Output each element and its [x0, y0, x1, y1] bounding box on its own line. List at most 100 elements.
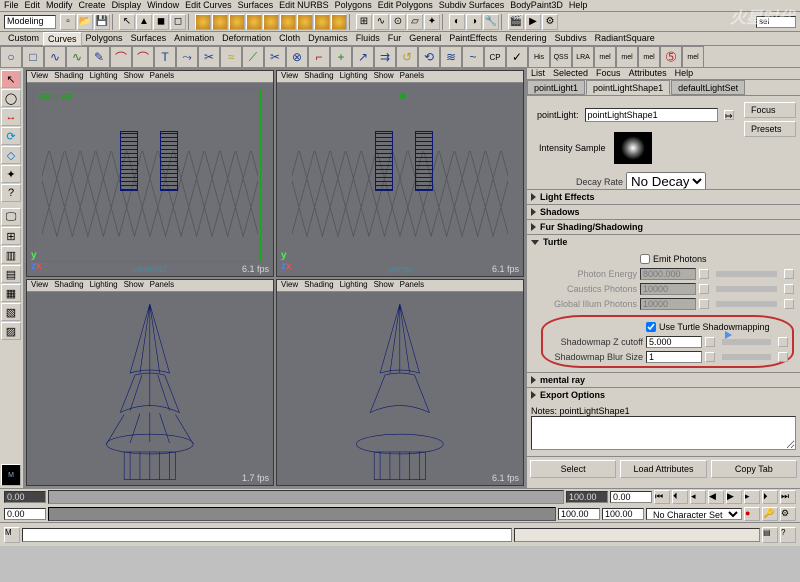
open-scene-icon[interactable]: 📂: [77, 14, 93, 30]
tab-defaultlightset[interactable]: defaultLightSet: [671, 80, 745, 95]
shelf-his-icon[interactable]: His: [528, 46, 550, 68]
map-button-icon[interactable]: [699, 269, 709, 279]
play-fwd-icon[interactable]: ▶: [726, 490, 742, 504]
next-key-icon[interactable]: ▸: [744, 490, 760, 504]
shelf-tab-fur[interactable]: Fur: [384, 32, 406, 46]
step-fwd-icon[interactable]: ⏵: [762, 490, 778, 504]
shelf-rev-icon[interactable]: ↺: [396, 46, 418, 68]
vp-canvas[interactable]: 6.1 fps: [277, 292, 523, 485]
shelf-ep-icon[interactable]: ∿: [66, 46, 88, 68]
shelf-lra-icon[interactable]: LRA: [572, 46, 594, 68]
menu-modify[interactable]: Modify: [46, 0, 73, 11]
mask-5-icon[interactable]: [263, 14, 279, 30]
geometry-wire[interactable]: [326, 304, 474, 482]
shelf-off-icon[interactable]: ⇉: [374, 46, 396, 68]
shelf-text-icon[interactable]: T: [154, 46, 176, 68]
prev-key-icon[interactable]: ◂: [690, 490, 706, 504]
shelf-fit-icon[interactable]: ≋: [440, 46, 462, 68]
snap-plane-icon[interactable]: ▱: [407, 14, 423, 30]
shelf-spiral-icon[interactable]: ➄: [660, 46, 682, 68]
load-attributes-button[interactable]: Load Attributes: [620, 460, 706, 478]
section-fur-shading[interactable]: Fur Shading/Shadowing: [527, 220, 800, 234]
geometry-wire[interactable]: [375, 131, 393, 191]
history-out-icon[interactable]: ◑: [466, 14, 482, 30]
render-icon[interactable]: 🎬: [508, 14, 524, 30]
mask-7-icon[interactable]: [297, 14, 313, 30]
attr-tabs[interactable]: pointLight1 pointLightShape1 defaultLigh…: [527, 80, 800, 96]
shelf-tab-paintfx[interactable]: PaintEffects: [445, 32, 501, 46]
shelf-tab-custom[interactable]: Custom: [4, 32, 43, 46]
shelf-mel3-icon[interactable]: mel: [638, 46, 660, 68]
copy-tab-button[interactable]: Copy Tab: [711, 460, 797, 478]
shelf-ext-icon[interactable]: ↗: [352, 46, 374, 68]
last-tool-icon[interactable]: ?: [1, 184, 21, 202]
map-button-icon[interactable]: [705, 352, 715, 362]
lasso-tool-icon[interactable]: ◯: [1, 89, 21, 107]
select-tool-icon[interactable]: ↖: [1, 70, 21, 88]
shelf-tab-fluids[interactable]: Fluids: [352, 32, 384, 46]
quick-select-field[interactable]: [756, 16, 796, 28]
shelf-tab-rendering[interactable]: Rendering: [501, 32, 551, 46]
menu-create[interactable]: Create: [79, 0, 106, 11]
geometry-wire[interactable]: [76, 304, 224, 482]
section-mental-ray[interactable]: mental ray: [527, 373, 800, 387]
shelf-mel2-icon[interactable]: mel: [616, 46, 638, 68]
map-button-icon[interactable]: [699, 284, 709, 294]
vp-menu[interactable]: View Shading Lighting Show Panels: [27, 71, 273, 83]
shelf-cp-icon[interactable]: CP: [484, 46, 506, 68]
menu-display[interactable]: Display: [112, 0, 142, 11]
shelf-circle-icon[interactable]: ○: [0, 46, 22, 68]
shelf-cv-icon[interactable]: ∿: [44, 46, 66, 68]
viewport-persp[interactable]: ViewShadingLightingShowPanels yzx persp …: [276, 70, 524, 277]
manip-tool-icon[interactable]: ✦: [1, 165, 21, 183]
persp-graph-layout-icon[interactable]: ▤: [1, 265, 21, 283]
connect-icon[interactable]: [784, 299, 794, 309]
shelf-reb-icon[interactable]: ⟲: [418, 46, 440, 68]
save-scene-icon[interactable]: 💾: [94, 14, 110, 30]
shelf-pencil-icon[interactable]: ✎: [88, 46, 110, 68]
connect-icon[interactable]: [778, 352, 788, 362]
notes-field[interactable]: [531, 416, 796, 450]
menu-window[interactable]: Window: [147, 0, 179, 11]
rotate-tool-icon[interactable]: ⟳: [1, 127, 21, 145]
menu-bodypaint[interactable]: BodyPaint3D: [510, 0, 563, 11]
vp-canvas[interactable]: yzx persp 6.1 fps: [277, 83, 523, 276]
script-editor-icon[interactable]: ▤: [762, 527, 778, 543]
menu-help[interactable]: Help: [569, 0, 588, 11]
range-end2-field[interactable]: [602, 508, 644, 520]
command-input[interactable]: [22, 528, 512, 542]
section-export-options[interactable]: Export Options: [527, 388, 800, 402]
step-back-icon[interactable]: ⏴: [672, 490, 688, 504]
attr-menu[interactable]: List Selected Focus Attributes Help: [527, 68, 800, 80]
map-button-icon[interactable]: [705, 337, 715, 347]
shelf-open-icon[interactable]: ⟋: [242, 46, 264, 68]
script-layout-icon[interactable]: ▨: [1, 322, 21, 340]
menu-editnurbs[interactable]: Edit NURBS: [279, 0, 329, 11]
geometry-wire[interactable]: [415, 131, 433, 191]
current-frame-field[interactable]: [610, 491, 652, 503]
shelf-tab-dynamics[interactable]: Dynamics: [304, 32, 352, 46]
shelf-tab-cloth[interactable]: Cloth: [275, 32, 304, 46]
shelf-align-icon[interactable]: ≈: [220, 46, 242, 68]
shelf-mel1-icon[interactable]: mel: [594, 46, 616, 68]
shelf-int-icon[interactable]: ⊗: [286, 46, 308, 68]
mask-4-icon[interactable]: [246, 14, 262, 30]
section-shadows[interactable]: Shadows: [527, 205, 800, 219]
shelf-qss-icon[interactable]: QSS: [550, 46, 572, 68]
main-menubar[interactable]: File Edit Modify Create Display Window E…: [0, 0, 800, 12]
tab-pointlight1[interactable]: pointLight1: [527, 80, 585, 95]
autokey-icon[interactable]: ●: [744, 507, 760, 521]
shelf-square-icon[interactable]: □: [22, 46, 44, 68]
character-set-select[interactable]: No Character Set: [646, 508, 742, 520]
tab-pointlightshape1[interactable]: pointLightShape1: [586, 80, 670, 95]
shelf-mel4-icon[interactable]: mel: [682, 46, 704, 68]
prefs-icon[interactable]: ⚙: [780, 507, 796, 521]
vp-menu[interactable]: ViewShadingLightingShowPanels: [277, 71, 523, 83]
snap-point-icon[interactable]: ⊙: [390, 14, 406, 30]
scale-tool-icon[interactable]: ◇: [1, 146, 21, 164]
connect-icon[interactable]: [784, 269, 794, 279]
geometry-wire[interactable]: [160, 131, 178, 191]
menu-file[interactable]: File: [4, 0, 19, 11]
persp-dope-layout-icon[interactable]: ▧: [1, 303, 21, 321]
geometry-wire[interactable]: [120, 131, 138, 191]
